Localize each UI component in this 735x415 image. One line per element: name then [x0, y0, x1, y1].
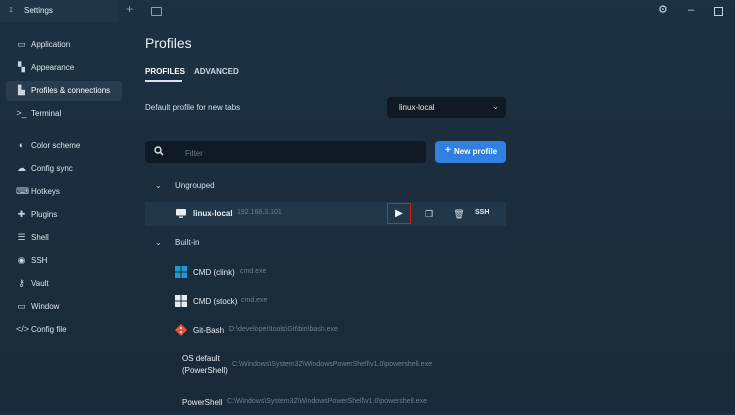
chevron-down-icon: ⌄	[155, 181, 162, 190]
windows-icon	[175, 266, 187, 278]
title-bar: 1 Settings + ⚙ –	[0, 0, 735, 22]
new-tab-icon[interactable]: +	[126, 2, 133, 16]
tab-settings[interactable]: 1 Settings	[0, 0, 118, 22]
play-icon[interactable]: ▶	[387, 203, 411, 224]
default-profile-select[interactable]: linux-local ⌄	[387, 97, 506, 118]
chevron-down-icon: ⌄	[492, 102, 499, 111]
minimize-icon[interactable]: –	[688, 4, 694, 16]
users-icon: ▙	[18, 85, 25, 95]
profile-path: C:\Windows\System32\WindowsPowerShell\v1…	[232, 361, 432, 368]
profile-name-line1: OS default	[182, 354, 220, 363]
sidebar-item-label: Profiles & connections	[31, 86, 111, 95]
group-name: Built-in	[175, 238, 200, 247]
list-icon: ☰	[17, 232, 26, 242]
sidebar-item-terminal[interactable]: >_ Terminal	[6, 104, 122, 124]
palette-icon: ▚	[18, 62, 25, 72]
profile-name: Git-Bash	[193, 326, 225, 335]
sidebar-item-application[interactable]: ▭ Application	[6, 35, 122, 55]
sidebar-item-profiles[interactable]: ▙ Profiles & connections	[6, 81, 122, 101]
sidebar-item-plugins[interactable]: ✚ Plugins	[6, 205, 122, 225]
filter-box	[145, 141, 426, 163]
page-title: Profiles	[145, 35, 192, 51]
window-icon: ▭	[17, 301, 26, 311]
sidebar-item-label: Window	[31, 302, 60, 311]
maximize-icon[interactable]	[714, 7, 723, 16]
window-list-icon[interactable]	[151, 7, 162, 16]
default-profile-value: linux-local	[399, 103, 435, 112]
monitor-icon	[175, 207, 187, 219]
sidebar-item-label: Terminal	[31, 109, 62, 118]
tab-number: 1	[9, 7, 13, 14]
plus-icon: +	[445, 145, 451, 156]
git-icon	[175, 324, 187, 336]
tab-advanced[interactable]: ADVANCED	[194, 67, 239, 76]
color-scheme-icon: ◐	[18, 140, 25, 150]
copy-icon[interactable]: ❐	[421, 206, 437, 222]
profile-row-powershell[interactable]: PowerShell C:\Windows\System32\WindowsPo…	[145, 391, 506, 415]
tab-profiles[interactable]: PROFILES	[145, 67, 185, 76]
sidebar-item-label: Application	[31, 40, 71, 49]
sidebar-item-label: Color scheme	[31, 141, 81, 150]
profile-path: cmd.exe	[241, 297, 268, 304]
sidebar-item-label: Config file	[31, 325, 67, 334]
delete-icon[interactable]: 🗑	[451, 206, 467, 222]
profile-name: PowerShell	[182, 398, 223, 407]
sidebar-item-label: Vault	[31, 279, 49, 288]
profile-path: D:\developer\tools\Git\bin\bash.exe	[229, 326, 338, 333]
sidebar-item-label: SSH	[31, 256, 48, 265]
profile-row-os-default[interactable]: OS default (PowerShell) C:\Windows\Syste…	[145, 350, 506, 380]
profile-name: linux-local	[193, 209, 233, 218]
search-icon	[154, 146, 164, 158]
profile-row-git-bash[interactable]: Git-Bash D:\developer\tools\Git\bin\bash…	[145, 319, 506, 343]
key-icon: ⚷	[18, 278, 25, 288]
sidebar-item-label: Appearance	[31, 63, 75, 72]
profile-name: CMD (clink)	[193, 268, 235, 277]
group-name: Ungrouped	[175, 181, 215, 190]
windows-icon	[175, 295, 187, 307]
sidebar-item-window[interactable]: ▭ Window	[6, 297, 122, 317]
profile-name: CMD (stock)	[193, 297, 238, 306]
puzzle-icon: ✚	[17, 209, 26, 219]
window-icon: ▭	[17, 39, 26, 49]
keyboard-icon: ⌨	[16, 186, 29, 196]
new-profile-label: New profile	[454, 147, 498, 156]
chevron-down-icon: ⌄	[155, 238, 162, 247]
tab-title: Settings	[24, 6, 53, 15]
cloud-icon: ☁	[17, 163, 26, 173]
profile-row-linux-local[interactable]: linux-local 192.168.3.101 ▶ ❐ 🗑 SSH	[145, 202, 506, 226]
sidebar-item-config-file[interactable]: </> Config file	[6, 320, 122, 340]
profile-path: C:\Windows\System32\WindowsPowerShell\v1…	[227, 398, 427, 405]
sidebar-item-label: Config sync	[31, 164, 73, 173]
sidebar-item-color-scheme[interactable]: ◐ Color scheme	[6, 136, 122, 156]
profile-path: cmd.exe	[240, 268, 267, 275]
profile-name-line2: (PowerShell)	[182, 366, 228, 375]
ssh-badge: SSH	[475, 209, 490, 216]
sidebar-item-ssh[interactable]: ◉ SSH	[6, 251, 122, 271]
settings-gear-icon[interactable]: ⚙	[658, 4, 668, 16]
sidebar-item-hotkeys[interactable]: ⌨ Hotkeys	[6, 182, 122, 202]
profile-row-cmd-stock[interactable]: CMD (stock) cmd.exe	[145, 290, 506, 314]
sidebar-item-config-sync[interactable]: ☁ Config sync	[6, 159, 122, 179]
sidebar-item-label: Hotkeys	[31, 187, 60, 196]
terminal-icon: >_	[16, 108, 27, 118]
group-header-ungrouped[interactable]: ⌄ Ungrouped	[145, 175, 506, 197]
sidebar-item-vault[interactable]: ⚷ Vault	[6, 274, 122, 294]
sidebar-item-shell[interactable]: ☰ Shell	[6, 228, 122, 248]
code-icon: </>	[16, 324, 30, 334]
sidebar-item-label: Plugins	[31, 210, 58, 219]
globe-icon: ◉	[17, 255, 26, 265]
group-header-built-in[interactable]: ⌄ Built-in	[145, 232, 506, 254]
profile-row-cmd-clink[interactable]: CMD (clink) cmd.exe	[145, 261, 506, 285]
new-profile-button[interactable]: + New profile	[435, 141, 506, 163]
default-profile-label: Default profile for new tabs	[145, 103, 241, 112]
sidebar-item-appearance[interactable]: ▚ Appearance	[6, 58, 122, 78]
sidebar-item-label: Shell	[31, 233, 49, 242]
active-tab-indicator	[145, 80, 182, 82]
filter-input[interactable]	[183, 145, 417, 161]
profile-host: 192.168.3.101	[237, 209, 282, 216]
